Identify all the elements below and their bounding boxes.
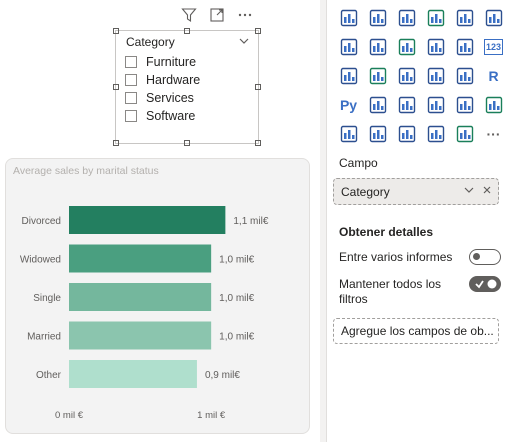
keep-filters-label: Mantener todos los filtros bbox=[339, 277, 442, 306]
drillthrough-heading: Obtener detalles bbox=[339, 225, 434, 239]
bar[interactable] bbox=[69, 244, 212, 273]
table-icon[interactable] bbox=[422, 62, 449, 89]
bar[interactable] bbox=[69, 283, 212, 311]
slicer-title: Category bbox=[126, 35, 175, 49]
goals-icon[interactable] bbox=[480, 91, 507, 118]
data-label: 1,1 mil€ bbox=[233, 216, 268, 227]
visualization-icons-grid: 123 R Py ··· bbox=[335, 4, 507, 147]
category-slicer[interactable]: Category Furniture Hardware Services Sof… bbox=[113, 28, 261, 146]
bar-chart: Divorced 1,1 mil€ Widowed 1,0 mil€ Single 1,0… bbox=[20, 206, 269, 421]
scatter-chart-icon[interactable] bbox=[393, 4, 420, 31]
slicer-item-label: Software bbox=[146, 109, 196, 123]
resize-handle[interactable] bbox=[113, 140, 119, 146]
matrix-icon[interactable] bbox=[451, 62, 478, 89]
field-well-category[interactable]: Category bbox=[333, 178, 499, 205]
funnel-chart-icon[interactable] bbox=[364, 4, 391, 31]
power-apps-icon[interactable] bbox=[364, 120, 391, 147]
focus-mode-icon[interactable] bbox=[208, 6, 226, 24]
python-visual-icon[interactable]: Py bbox=[335, 91, 362, 118]
more-options-icon[interactable] bbox=[236, 6, 254, 24]
drillthrough-fields-well[interactable]: Agregue los campos de ob... bbox=[333, 318, 499, 344]
report-canvas: Category Furniture Hardware Services Sof… bbox=[0, 0, 320, 442]
x-tick-label: 0 mil € bbox=[55, 410, 84, 421]
x-tick-label: 1 mil € bbox=[197, 410, 226, 421]
slicer-item[interactable]: Services bbox=[125, 89, 200, 107]
more-icon[interactable]: ··· bbox=[480, 120, 507, 147]
checkbox[interactable] bbox=[125, 92, 137, 104]
card-icon[interactable]: 123 bbox=[480, 33, 507, 60]
donut-chart-icon[interactable] bbox=[451, 4, 478, 31]
resize-handle[interactable] bbox=[255, 140, 261, 146]
azure-map-icon[interactable] bbox=[422, 33, 449, 60]
resize-handle[interactable] bbox=[113, 28, 119, 34]
bar[interactable] bbox=[69, 360, 197, 388]
field-section-label: Campo bbox=[339, 156, 378, 170]
resize-handle[interactable] bbox=[255, 28, 261, 34]
resize-handle[interactable] bbox=[184, 140, 190, 146]
category-label: Widowed bbox=[20, 255, 61, 266]
category-label: Married bbox=[27, 332, 61, 343]
kpi-icon[interactable] bbox=[364, 62, 391, 89]
bar[interactable] bbox=[69, 206, 226, 234]
category-label: Single bbox=[33, 293, 61, 304]
chevron-down-icon[interactable] bbox=[463, 184, 475, 199]
checkbox[interactable] bbox=[125, 56, 137, 68]
chevron-down-icon[interactable] bbox=[238, 34, 250, 52]
slicer-icon[interactable] bbox=[393, 62, 420, 89]
visual-header bbox=[180, 6, 254, 24]
cross-report-label: Entre varios informes bbox=[339, 250, 453, 264]
multi-row-card-icon[interactable] bbox=[335, 62, 362, 89]
category-label: Divorced bbox=[22, 216, 61, 227]
power-automate-icon[interactable] bbox=[393, 120, 420, 147]
shape-map-icon[interactable] bbox=[393, 33, 420, 60]
slicer-item-label: Hardware bbox=[146, 73, 201, 87]
key-influencers-icon[interactable] bbox=[364, 91, 391, 118]
checkbox[interactable] bbox=[125, 110, 137, 122]
data-label: 0,9 mil€ bbox=[205, 370, 240, 381]
dotted-grid-icon[interactable] bbox=[451, 120, 478, 147]
toggle-on-icon bbox=[475, 279, 497, 289]
bar[interactable] bbox=[69, 321, 212, 350]
resize-handle[interactable] bbox=[184, 28, 190, 34]
close-icon[interactable] bbox=[481, 184, 493, 199]
decomposition-tree-icon[interactable] bbox=[393, 91, 420, 118]
slicer-item[interactable]: Software bbox=[125, 107, 200, 125]
resize-handle[interactable] bbox=[255, 84, 261, 90]
category-label: Other bbox=[36, 370, 62, 381]
cross-report-toggle[interactable] bbox=[469, 249, 501, 265]
resize-handle[interactable] bbox=[113, 84, 119, 90]
filled-map-icon[interactable] bbox=[364, 33, 391, 60]
smart-narrative-icon[interactable] bbox=[451, 91, 478, 118]
gauge-icon[interactable] bbox=[451, 33, 478, 60]
bar-chart-visual[interactable]: Average sales by marital status Divorced… bbox=[5, 158, 310, 434]
data-label: 1,0 mil€ bbox=[219, 293, 254, 304]
slicer-list: Furniture Hardware Services Software bbox=[125, 53, 200, 125]
stacked-column-chart-icon[interactable] bbox=[335, 4, 362, 31]
filter-icon[interactable] bbox=[180, 6, 198, 24]
globe-map-icon[interactable] bbox=[335, 33, 362, 60]
data-label: 1,0 mil€ bbox=[219, 332, 254, 343]
r-visual-icon[interactable]: R bbox=[480, 62, 507, 89]
data-label: 1,0 mil€ bbox=[219, 255, 254, 266]
keep-filters-toggle[interactable] bbox=[469, 276, 501, 292]
qa-icon[interactable] bbox=[422, 91, 449, 118]
pie-chart-icon[interactable] bbox=[422, 4, 449, 31]
treemap-icon[interactable] bbox=[480, 4, 507, 31]
arrow-chevrons-icon[interactable] bbox=[422, 120, 449, 147]
field-well-value: Category bbox=[341, 184, 390, 199]
slicer-item[interactable]: Furniture bbox=[125, 53, 200, 71]
checkbox[interactable] bbox=[125, 74, 137, 86]
paginated-report-icon[interactable] bbox=[335, 120, 362, 147]
slicer-item-label: Services bbox=[146, 91, 194, 105]
slicer-item-label: Furniture bbox=[146, 55, 197, 69]
slicer-item[interactable]: Hardware bbox=[125, 71, 200, 89]
